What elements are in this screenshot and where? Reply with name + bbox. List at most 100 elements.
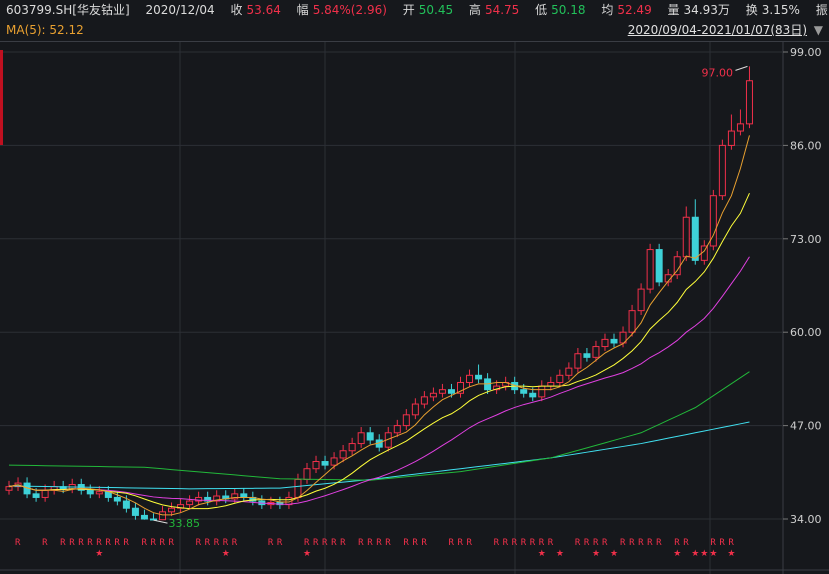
star-signal-mark: ★ [592,549,600,559]
candle [186,495,194,509]
candle-body [339,450,347,459]
quote-header: 603799.SH[华友钴业] 2020/12/04 收 53.64 幅 5.84%… [0,0,829,20]
r-signal-mark: R [205,538,211,548]
candle-body [709,195,717,247]
candle [420,391,428,409]
candle [276,496,284,509]
r-signal-mark: R [638,538,644,548]
candle-body [646,249,654,290]
candle [294,473,302,502]
candle [122,495,130,513]
r-signal-mark: R [15,538,21,548]
candle [646,243,654,294]
candle [321,455,329,470]
r-signal-mark: R [322,538,328,548]
star-signal-mark: ★ [538,549,546,559]
r-signal-mark: R [123,538,129,548]
change-value: 5.84%(2.96) [312,3,387,17]
candle-body [601,338,609,348]
dropdown-triangle-icon[interactable]: ▼ [814,20,823,41]
candle-body [745,80,753,125]
r-signal-mark: R [602,538,608,548]
avg-value: 52.49 [617,3,652,17]
candle-body [140,514,148,520]
candle-body [68,484,76,490]
r-signal-mark: R [277,538,283,548]
candle-body [664,274,672,283]
candle-body [258,500,266,506]
candle-body [673,256,681,276]
candle-body [502,381,510,387]
candle-body [113,496,121,502]
candle [348,437,356,456]
candle-body [429,392,437,398]
candle [547,376,555,391]
star-signal-mark: ★ [303,549,311,559]
candle [159,506,167,521]
low-label: 低 [535,3,548,17]
candle-body [285,496,293,506]
close-value: 53.64 [246,3,281,17]
candle [411,398,419,420]
candle [556,369,564,387]
candle-body [610,338,618,344]
candle [475,364,483,384]
candle-body [95,491,103,495]
ma10-line [8,192,750,510]
min-arrow-icon [153,519,168,524]
candle-body [637,288,645,312]
star-signal-mark: ★ [709,549,717,559]
candle [709,189,717,251]
r-signal-mark: R [385,538,391,548]
r-signal-mark: R [160,538,166,548]
candle-body [204,496,212,502]
r-signal-mark: R [331,538,337,548]
y-tick-label: 34.00 [790,513,822,526]
scroll-marker[interactable] [0,50,3,145]
volume-value: 34.93万 [683,3,730,17]
candle [213,490,221,506]
candle [14,477,22,491]
candle-body [231,493,239,500]
candle-body [195,496,203,502]
r-signal-mark: R [674,538,680,548]
star-signal-mark: ★ [700,549,708,559]
close-label: 收 [230,3,243,17]
ma20-line [8,256,750,505]
candle-body [718,144,726,197]
candle [59,480,67,494]
date-range-link[interactable]: 2020/09/04-2021/01/07(83日) [628,20,807,41]
star-signal-mark: ★ [556,549,564,559]
turnover-label: 换 [745,3,758,17]
candle-body [484,378,492,391]
r-signal-mark: R [78,538,84,548]
high-value: 54.75 [484,3,520,17]
candle [736,109,744,136]
candle [366,427,374,445]
candle-body [592,346,600,358]
r-signal-mark: R [503,538,509,548]
candle [330,452,338,470]
r-signal-mark: R [313,538,319,548]
candle [447,383,455,398]
r-signal-mark: R [421,538,427,548]
candle [5,480,13,495]
candle [240,488,248,502]
candle [718,139,726,201]
volume-label: 量 [667,3,680,17]
y-tick-label: 86.00 [790,139,822,152]
candle [149,513,157,521]
star-signal-mark: ★ [95,549,103,559]
high-label: 高 [468,3,481,17]
r-signal-mark: R [719,538,725,548]
candle-body [59,486,67,490]
r-signal-mark: R [530,538,536,548]
amplitude-label: 振 [815,3,828,17]
candle [50,480,58,495]
candle-body [438,389,446,394]
r-signal-mark: R [521,538,527,548]
candle [610,333,618,348]
low-value: 50.18 [551,3,586,17]
candle [140,509,148,520]
r-signal-mark: R [223,538,229,548]
